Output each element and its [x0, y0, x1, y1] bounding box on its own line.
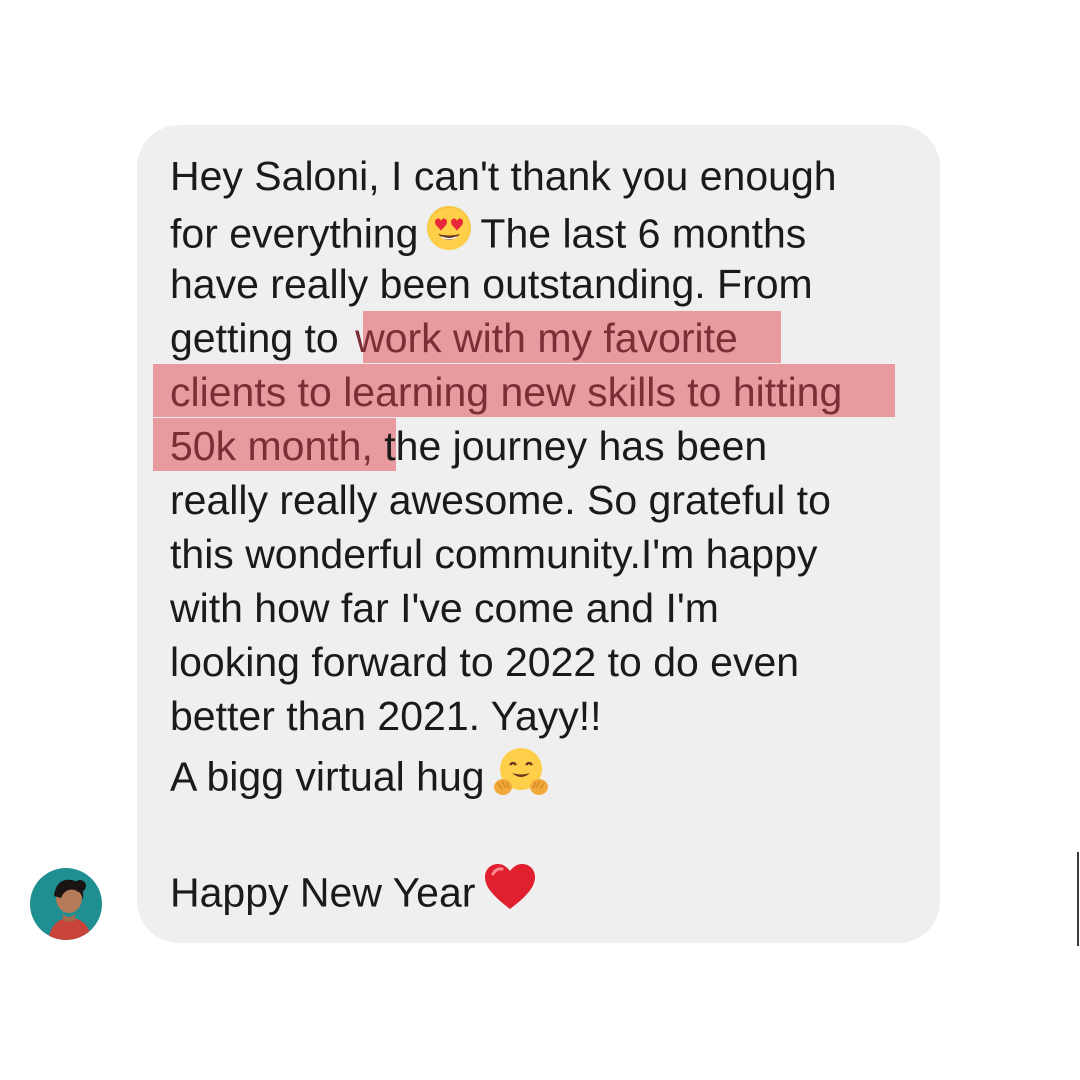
message-line: Happy New Year: [170, 862, 545, 929]
message-line: looking forward to 2022 to do even: [170, 639, 800, 685]
message-line: better than 2021. Yayy!!: [170, 693, 602, 739]
scrollbar[interactable]: [1077, 852, 1079, 946]
avatar[interactable]: [30, 868, 102, 940]
smiling-face-with-heart-eyes-icon: [426, 205, 472, 262]
message-line: have really been outstanding. From: [170, 261, 813, 307]
hugging-face-icon: [493, 745, 549, 808]
red-heart-icon: [483, 862, 537, 923]
message-line: this wonderful community.I'm happy: [170, 531, 818, 577]
highlighted-text: clients to learning new skills to hittin…: [170, 369, 843, 415]
highlighted-text: 50k month,: [170, 423, 373, 469]
highlighted-text: work with my favorite: [355, 315, 738, 361]
message-line: A bigg virtual hug: [170, 745, 557, 814]
message-line: really really awesome. So grateful to: [170, 477, 831, 523]
message-line: 50k month, the journey has been: [170, 423, 768, 469]
message-line: getting to work with my favorite: [170, 315, 738, 361]
message-line: with how far I've come and I'm: [170, 585, 719, 631]
message-line: Hey Saloni, I can't thank you enough: [170, 153, 837, 199]
